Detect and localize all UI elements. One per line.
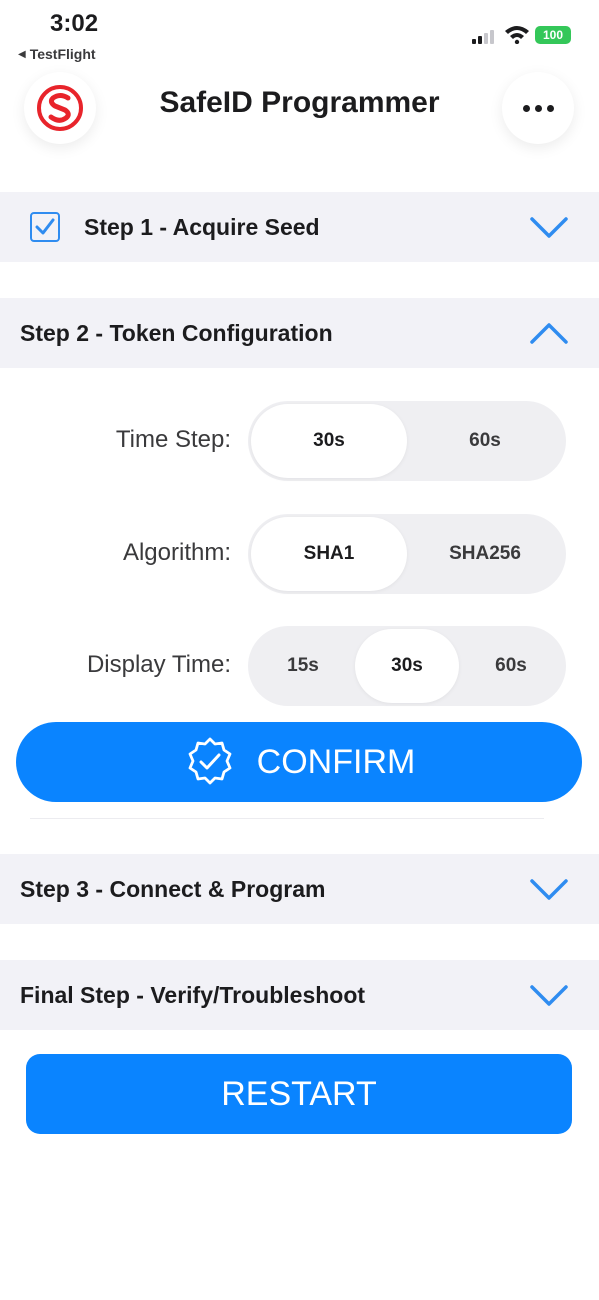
app-screen: 3:02 ◀ TestFlight 100 SafeID Programmer bbox=[0, 0, 599, 1300]
chevron-down-icon[interactable] bbox=[529, 872, 569, 906]
verified-badge-icon bbox=[188, 737, 232, 785]
final-step-label: Final Step - Verify/Troubleshoot bbox=[20, 981, 366, 1008]
algorithm-label: Algorithm: bbox=[122, 539, 231, 566]
confirm-button[interactable]: CONFIRM bbox=[16, 722, 582, 802]
wifi-icon bbox=[505, 26, 529, 44]
display-time-segmented-control: 15s 30s 60s bbox=[248, 626, 566, 706]
back-to-app-link[interactable]: ◀ TestFlight bbox=[18, 46, 96, 62]
step2-label: Step 2 - Token Configuration bbox=[20, 319, 333, 346]
chevron-down-icon[interactable] bbox=[529, 978, 569, 1012]
step3-header[interactable]: Step 3 - Connect & Program bbox=[0, 854, 599, 924]
restart-button[interactable]: RESTART bbox=[26, 1054, 572, 1134]
time-step-option-30s[interactable]: 30s bbox=[251, 404, 407, 478]
algorithm-option-sha256[interactable]: SHA256 bbox=[407, 517, 563, 591]
time-step-option-60s[interactable]: 60s bbox=[407, 404, 563, 478]
display-time-label: Display Time: bbox=[86, 651, 231, 678]
final-step-header[interactable]: Final Step - Verify/Troubleshoot bbox=[0, 960, 599, 1030]
checkmark-icon bbox=[35, 218, 55, 235]
chevron-up-icon[interactable] bbox=[529, 316, 569, 350]
step1-checkbox[interactable] bbox=[30, 212, 60, 242]
status-bar: 3:02 ◀ TestFlight 100 bbox=[0, 0, 599, 70]
step2-header[interactable]: Step 2 - Token Configuration bbox=[0, 298, 599, 368]
step1-header[interactable]: Step 1 - Acquire Seed bbox=[0, 192, 599, 262]
status-time: 3:02 bbox=[50, 10, 99, 37]
back-triangle-icon: ◀ bbox=[18, 48, 26, 60]
algorithm-segmented-control: SHA1 SHA256 bbox=[248, 514, 566, 594]
back-app-label: TestFlight bbox=[29, 46, 96, 62]
more-dots-icon bbox=[522, 104, 530, 112]
display-time-option-30s[interactable]: 30s bbox=[355, 629, 459, 703]
confirm-button-label: CONFIRM bbox=[256, 742, 416, 781]
more-options-button[interactable] bbox=[502, 72, 574, 144]
cellular-signal-icon bbox=[472, 30, 494, 44]
section-divider bbox=[30, 818, 544, 819]
display-time-option-15s[interactable]: 15s bbox=[251, 629, 355, 703]
battery-icon: 100 bbox=[535, 26, 571, 44]
time-step-segmented-control: 30s 60s bbox=[248, 401, 566, 481]
chevron-down-icon[interactable] bbox=[529, 210, 569, 244]
algorithm-option-sha1[interactable]: SHA1 bbox=[251, 517, 407, 591]
step1-label: Step 1 - Acquire Seed bbox=[84, 213, 320, 240]
step3-label: Step 3 - Connect & Program bbox=[20, 875, 326, 902]
display-time-option-60s[interactable]: 60s bbox=[459, 629, 563, 703]
time-step-label: Time Step: bbox=[115, 426, 231, 453]
